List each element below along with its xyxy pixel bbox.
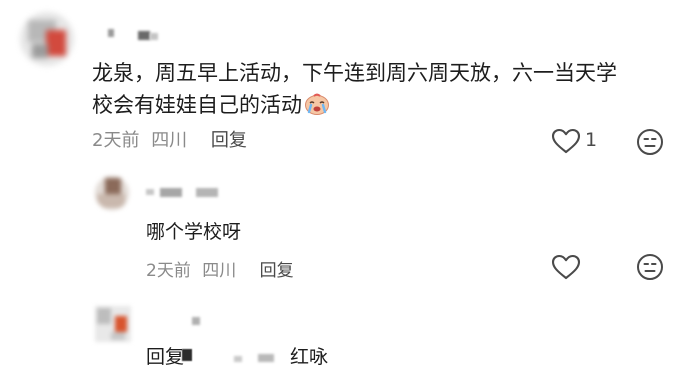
heart-outline-icon[interactable] xyxy=(551,128,581,154)
comment-text-line-2: 校会有娃娃自己的活动 xyxy=(92,89,672,121)
comment-thread: 龙泉，周五早上活动，下午连到周六周天放，六一当天学 校会有娃娃自己的活动 2天前… xyxy=(0,0,678,370)
reply-time: 2天前 xyxy=(146,261,191,281)
reply-target-name: 红咏 xyxy=(290,346,329,368)
comment-time: 2天前 xyxy=(92,130,140,151)
username-redacted[interactable] xyxy=(108,28,160,41)
reply-username-redacted[interactable] xyxy=(146,186,226,198)
reply-avatar[interactable] xyxy=(95,306,131,342)
comment-location: 四川 xyxy=(151,130,188,151)
unhappy-face-icon[interactable] xyxy=(636,253,664,281)
reply-button[interactable]: 回复 xyxy=(260,261,294,281)
reply-avatar[interactable] xyxy=(95,176,129,210)
like-count: 1 xyxy=(585,129,598,151)
reply-button[interactable]: 回复 xyxy=(211,126,247,152)
heart-outline-icon[interactable] xyxy=(551,254,581,280)
reply-text: 哪个学校呀 xyxy=(146,221,242,243)
comment-text-line-1: 龙泉，周五早上活动，下午连到周六周天放，六一当天学 xyxy=(92,61,617,85)
comment-text-line-2-text: 校会有娃娃自己的活动 xyxy=(92,93,302,117)
crying-face-icon xyxy=(304,93,330,115)
avatar[interactable] xyxy=(20,12,74,66)
reply-location: 四川 xyxy=(202,261,237,281)
unhappy-face-icon[interactable] xyxy=(636,128,664,156)
reply-prefix: 回复 xyxy=(146,346,185,368)
comment-text: 龙泉，周五早上活动，下午连到周六周天放，六一当天学 校会有娃娃自己的活动 xyxy=(92,57,672,121)
reply-meta: 2天前 四川 回复 xyxy=(146,256,294,281)
reply-target-redacted xyxy=(182,344,292,364)
comment-meta: 2天前 四川 回复 xyxy=(92,126,247,152)
reply-username-redacted[interactable] xyxy=(186,316,206,326)
